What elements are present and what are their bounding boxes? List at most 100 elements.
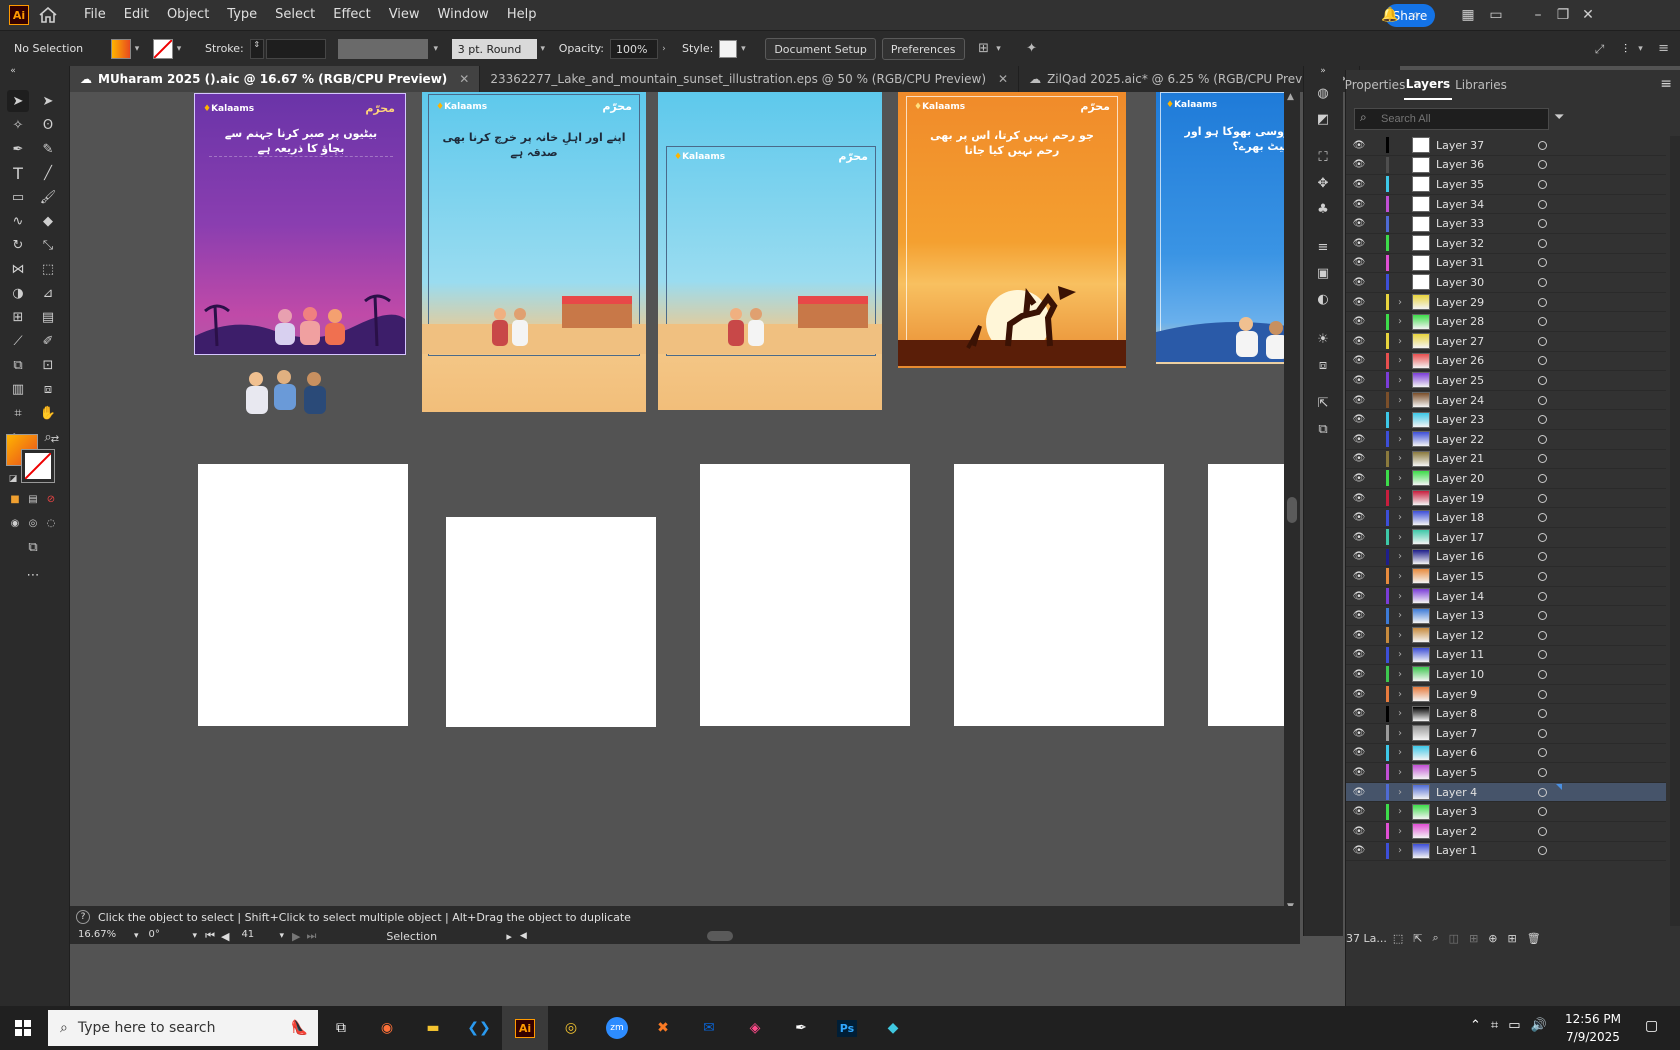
menu-object[interactable]: Object (158, 0, 218, 30)
expand-chevron-icon[interactable]: › (1398, 826, 1402, 837)
artboard-muharram-2[interactable]: ♦Kalaams محرّم اپنے اور اہلِ خانہ پر خرچ… (422, 92, 646, 412)
visibility-eye-icon[interactable]: 👁 (1352, 277, 1366, 288)
layer-row[interactable]: 👁 › Layer 6 (1346, 744, 1666, 764)
target-circle-icon[interactable] (1538, 669, 1547, 679)
asset-export-icon[interactable]: ⧉ (1312, 418, 1334, 440)
visibility-eye-icon[interactable]: 👁 (1352, 297, 1366, 308)
expand-chevron-icon[interactable]: › (1398, 747, 1402, 758)
magic-wand-tool-icon[interactable]: ✧ (7, 114, 29, 136)
line-tool-icon[interactable]: ╱ (37, 162, 59, 184)
target-circle-icon[interactable] (1538, 356, 1547, 366)
graphic-style-swatch[interactable] (719, 39, 738, 58)
arrange-documents-icon[interactable]: ▦ (1460, 7, 1476, 23)
rotate-tool-icon[interactable]: ↻ (7, 234, 29, 256)
expand-chevron-icon[interactable]: › (1398, 453, 1402, 464)
layer-row[interactable]: 👁 › Layer 16 (1346, 548, 1666, 568)
visibility-eye-icon[interactable]: 👁 (1352, 669, 1366, 680)
visibility-eye-icon[interactable]: 👁 (1352, 708, 1366, 719)
expand-chevron-icon[interactable]: › (1398, 551, 1402, 562)
visibility-eye-icon[interactable]: 👁 (1352, 257, 1366, 268)
collect-export-icon[interactable]: ⬚ (1393, 932, 1403, 945)
visibility-eye-icon[interactable]: 👁 (1352, 238, 1366, 249)
fill-dropdown-icon[interactable]: ▾ (131, 43, 143, 55)
visibility-eye-icon[interactable]: 👁 (1352, 845, 1366, 856)
tab-muharam[interactable]: ☁ MUharam 2025 ().aic @ 16.67 % (RGB/CPU … (70, 66, 481, 92)
stroke-weight-input[interactable] (265, 38, 326, 59)
document-setup-button[interactable]: Document Setup (765, 37, 876, 60)
layer-row[interactable]: 👁 Layer 37 (1346, 136, 1666, 156)
canvas[interactable]: ♦Kalaams محرّم بیٹیوں پر صبر کرنا جہنم س… (70, 92, 1300, 915)
layer-row[interactable]: 👁 › Layer 15 (1346, 567, 1666, 587)
target-circle-icon[interactable] (1538, 473, 1547, 483)
minimize-icon[interactable]: – (1530, 7, 1546, 23)
visibility-eye-icon[interactable]: 👁 (1352, 767, 1366, 778)
seated-men-illustration[interactable] (236, 367, 336, 427)
stroke-dropdown-icon[interactable]: ▾ (173, 43, 185, 55)
visibility-eye-icon[interactable]: 👁 (1352, 453, 1366, 464)
zoom-input[interactable]: 16.67% (74, 929, 134, 943)
target-circle-icon[interactable] (1538, 748, 1547, 758)
mesh-tool-icon[interactable]: ⊞ (7, 306, 29, 328)
layer-row[interactable]: 👁 › Layer 23 (1346, 410, 1666, 430)
opacity-input[interactable]: 100% (609, 38, 658, 59)
visibility-eye-icon[interactable]: 👁 (1352, 159, 1366, 170)
visibility-eye-icon[interactable]: 👁 (1352, 591, 1366, 602)
brush-dropdown-icon[interactable]: ▾ (537, 43, 549, 55)
expand-chevron-icon[interactable]: › (1398, 806, 1402, 817)
rectangle-tool-icon[interactable]: ▭ (7, 186, 29, 208)
layer-row[interactable]: 👁 Layer 30 (1346, 273, 1666, 293)
expand-chevron-icon[interactable]: › (1398, 649, 1402, 660)
collapse-panels-icon[interactable]: » (1312, 60, 1334, 82)
paintbrush-tool-icon[interactable]: 🖌 (37, 186, 59, 208)
rotation-dropdown-icon[interactable]: ▾ (193, 931, 198, 941)
visibility-eye-icon[interactable]: 👁 (1352, 806, 1366, 817)
expand-chevron-icon[interactable]: › (1398, 512, 1402, 523)
target-circle-icon[interactable] (1538, 199, 1547, 209)
vertical-scrollbar[interactable]: ▲ ▼ (1284, 92, 1300, 915)
target-circle-icon[interactable] (1538, 179, 1547, 189)
layer-row[interactable]: 👁 › Layer 26 (1346, 352, 1666, 372)
visibility-eye-icon[interactable]: 👁 (1352, 649, 1366, 660)
inkscape-icon[interactable]: ✒ (778, 1006, 824, 1050)
menu-window[interactable]: Window (429, 0, 498, 30)
target-circle-icon[interactable] (1538, 591, 1547, 601)
windows-start-icon[interactable] (0, 1006, 46, 1050)
target-circle-icon[interactable] (1538, 689, 1547, 699)
eyedropper-alt-tool-icon[interactable]: ✐ (37, 330, 59, 352)
slice-tool-icon[interactable]: ⌗ (7, 402, 29, 424)
style-dropdown-icon[interactable]: ▾ (737, 43, 749, 55)
layer-row[interactable]: 👁 › Layer 28 (1346, 312, 1666, 332)
close-window-icon[interactable]: ✕ (1580, 7, 1596, 23)
empty-artboard[interactable] (954, 464, 1164, 726)
last-artboard-icon[interactable]: ⏭ (306, 929, 316, 943)
layer-row[interactable]: 👁 Layer 34 (1346, 195, 1666, 215)
layer-row[interactable]: 👁 › Layer 29 (1346, 293, 1666, 313)
outlook-icon[interactable]: ✉ (686, 1006, 732, 1050)
layer-row[interactable]: 👁 › Layer 2 (1346, 822, 1666, 842)
stroke-swatch[interactable] (153, 38, 173, 59)
visibility-eye-icon[interactable]: 👁 (1352, 787, 1366, 798)
width-tool-icon[interactable]: ⋈ (7, 258, 29, 280)
delete-layer-icon[interactable]: 🗑 (1527, 932, 1541, 945)
align-icon[interactable]: ⊞ (975, 42, 993, 55)
target-circle-icon[interactable] (1538, 297, 1547, 307)
target-circle-icon[interactable] (1538, 846, 1547, 856)
new-sublayer-icon[interactable]: ⊞ (1469, 932, 1478, 945)
visibility-eye-icon[interactable]: 👁 (1352, 610, 1366, 621)
image-trace-icon[interactable]: ◩ (1312, 108, 1334, 130)
visibility-eye-icon[interactable]: 👁 (1352, 395, 1366, 406)
shaper-tool-icon[interactable]: ∿ (7, 210, 29, 232)
target-circle-icon[interactable] (1538, 415, 1547, 425)
artboard-dropdown-icon[interactable]: ▾ (279, 931, 284, 941)
expand-chevron-icon[interactable]: › (1398, 708, 1402, 719)
notifications-icon[interactable]: ▢ (1645, 1018, 1658, 1034)
visibility-eye-icon[interactable]: 👁 (1352, 218, 1366, 229)
expand-chevron-icon[interactable]: › (1398, 375, 1402, 386)
target-circle-icon[interactable] (1538, 787, 1547, 797)
target-circle-icon[interactable] (1538, 454, 1547, 464)
expand-chevron-icon[interactable]: › (1398, 591, 1402, 602)
vscode-icon[interactable]: ❮❯ (456, 1006, 502, 1050)
screen-mode-icon[interactable]: ⧉ (22, 536, 44, 558)
workspace-icon[interactable]: ▭ (1488, 7, 1504, 23)
layer-row[interactable]: 👁 › Layer 13 (1346, 606, 1666, 626)
